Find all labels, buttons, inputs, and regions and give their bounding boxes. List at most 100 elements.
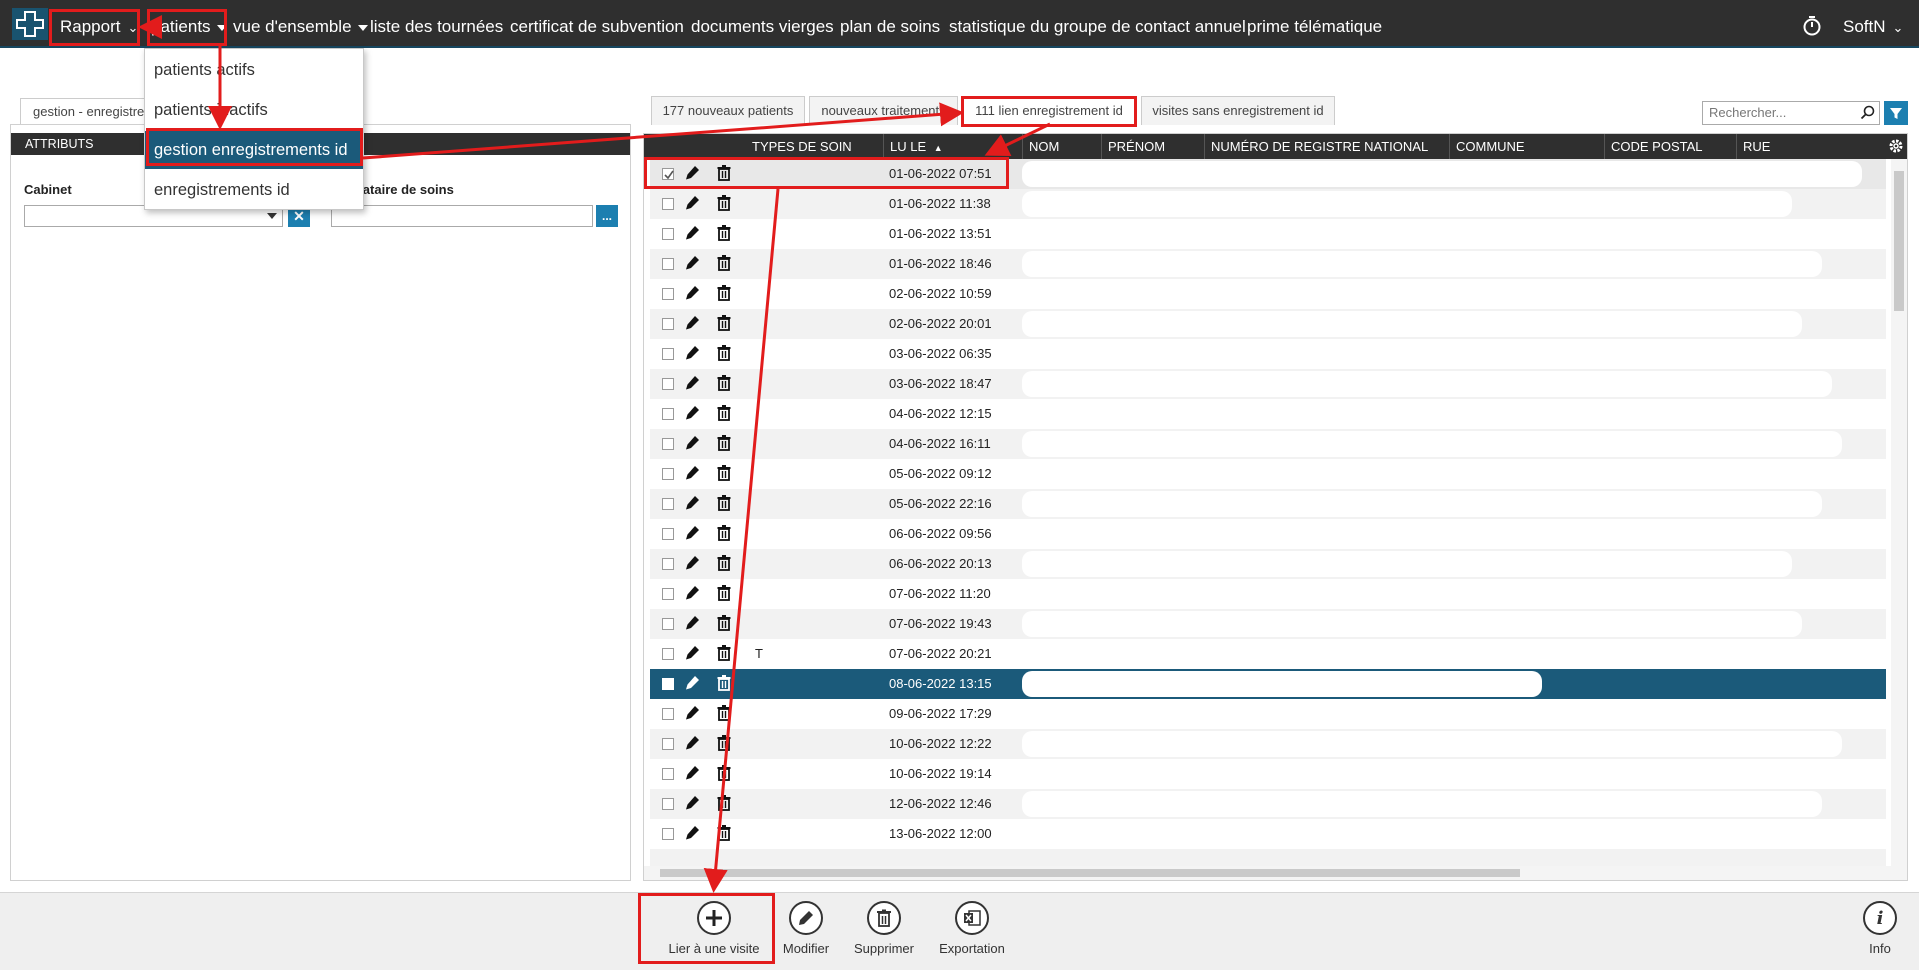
prestataire-field[interactable] <box>331 205 593 227</box>
table-row[interactable]: 01-06-2022 11:38 <box>650 189 1886 219</box>
gear-icon[interactable] <box>1887 137 1905 155</box>
table-row[interactable]: 08-06-2022 13:15 <box>650 669 1886 699</box>
col-nom[interactable]: NOM <box>1022 134 1101 159</box>
nav-vue-ensemble[interactable]: vue d'ensemble <box>233 0 368 46</box>
delete-trash-icon[interactable] <box>717 195 731 211</box>
delete-trash-icon[interactable] <box>717 825 731 841</box>
edit-pencil-icon[interactable] <box>684 255 700 271</box>
nav-certificat[interactable]: certificat de subvention <box>510 0 684 46</box>
nav-patients[interactable]: patients <box>151 0 227 46</box>
delete-trash-icon[interactable] <box>717 375 731 391</box>
row-checkbox[interactable] <box>662 228 674 240</box>
row-checkbox[interactable] <box>662 288 674 300</box>
filter-button[interactable] <box>1884 101 1908 125</box>
delete-trash-icon[interactable] <box>717 795 731 811</box>
table-row[interactable]: T 07-06-2022 20:21 <box>650 639 1886 669</box>
edit-pencil-icon[interactable] <box>684 465 700 481</box>
table-row[interactable]: 10-06-2022 19:14 <box>650 759 1886 789</box>
delete-trash-icon[interactable] <box>717 555 731 571</box>
table-row[interactable]: 02-06-2022 10:59 <box>650 279 1886 309</box>
nav-plan-de-soins[interactable]: plan de soins <box>840 0 940 46</box>
delete-trash-icon[interactable] <box>717 675 731 691</box>
nav-prime-telematique[interactable]: prime télématique <box>1247 0 1382 46</box>
edit-pencil-icon[interactable] <box>684 285 700 301</box>
delete-trash-icon[interactable] <box>717 405 731 421</box>
delete-trash-icon[interactable] <box>717 735 731 751</box>
table-row[interactable]: 05-06-2022 22:16 <box>650 489 1886 519</box>
delete-trash-icon[interactable] <box>717 165 731 181</box>
vertical-scrollbar[interactable] <box>1891 159 1907 880</box>
nav-rapport[interactable]: Rapport ⌄ <box>60 0 138 46</box>
row-checkbox[interactable] <box>662 168 674 180</box>
tab-lien-enregistrement-id[interactable]: 111 lien enregistrement id <box>962 96 1136 125</box>
delete-trash-icon[interactable] <box>717 645 731 661</box>
edit-pencil-icon[interactable] <box>684 375 700 391</box>
user-menu[interactable]: SoftN ⌄ <box>1843 0 1903 46</box>
col-commune[interactable]: COMMUNE <box>1449 134 1604 159</box>
row-checkbox[interactable] <box>662 378 674 390</box>
menu-item-patients-actifs[interactable]: patients actifs <box>145 51 363 89</box>
row-checkbox[interactable] <box>662 618 674 630</box>
row-checkbox[interactable] <box>662 828 674 840</box>
row-checkbox[interactable] <box>662 198 674 210</box>
table-row[interactable]: 13-06-2022 12:00 <box>650 819 1886 849</box>
delete-trash-icon[interactable] <box>717 255 731 271</box>
delete-trash-icon[interactable] <box>717 705 731 721</box>
tab-gestion-enregistrements[interactable]: gestion - enregistre <box>20 98 150 125</box>
menu-item-enregistrements-id[interactable]: enregistrements id <box>145 171 363 209</box>
table-row[interactable]: 07-06-2022 11:20 <box>650 579 1886 609</box>
delete-button[interactable]: Supprimer <box>848 901 920 956</box>
delete-trash-icon[interactable] <box>717 225 731 241</box>
table-row[interactable]: 01-06-2022 13:51 <box>650 219 1886 249</box>
delete-trash-icon[interactable] <box>717 495 731 511</box>
delete-trash-icon[interactable] <box>717 285 731 301</box>
col-numero-registre[interactable]: NUMÉRO DE REGISTRE NATIONAL <box>1204 134 1449 159</box>
search-input[interactable]: Rechercher... <box>1702 101 1880 125</box>
table-row[interactable]: 04-06-2022 12:15 <box>650 399 1886 429</box>
table-row[interactable]: 06-06-2022 09:56 <box>650 519 1886 549</box>
menu-item-gestion-enregistrements-id[interactable]: gestion enregistrements id <box>145 131 363 169</box>
table-row[interactable]: 02-06-2022 20:01 <box>650 309 1886 339</box>
row-checkbox[interactable] <box>662 678 674 690</box>
tab-visites-sans-enregistrement[interactable]: visites sans enregistrement id <box>1141 96 1335 125</box>
edit-pencil-icon[interactable] <box>684 615 700 631</box>
table-row[interactable]: 03-06-2022 06:35 <box>650 339 1886 369</box>
col-prenom[interactable]: PRÉNOM <box>1101 134 1204 159</box>
row-checkbox[interactable] <box>662 798 674 810</box>
edit-pencil-icon[interactable] <box>684 555 700 571</box>
search-icon[interactable] <box>1860 105 1875 120</box>
table-row[interactable]: 07-06-2022 19:43 <box>650 609 1886 639</box>
table-row[interactable]: 03-06-2022 18:47 <box>650 369 1886 399</box>
table-row[interactable]: 10-06-2022 12:22 <box>650 729 1886 759</box>
delete-trash-icon[interactable] <box>717 765 731 781</box>
edit-pencil-icon[interactable] <box>684 315 700 331</box>
edit-pencil-icon[interactable] <box>684 165 700 181</box>
tab-nouveaux-patients[interactable]: 177 nouveaux patients <box>651 96 805 125</box>
row-checkbox[interactable] <box>662 738 674 750</box>
table-row[interactable]: 04-06-2022 16:11 <box>650 429 1886 459</box>
edit-pencil-icon[interactable] <box>684 675 700 691</box>
col-types-de-soin[interactable]: TYPES DE SOIN <box>746 134 873 159</box>
edit-pencil-icon[interactable] <box>684 645 700 661</box>
menu-item-patients-inactifs[interactable]: patients inactifs <box>145 91 363 129</box>
edit-pencil-icon[interactable] <box>684 705 700 721</box>
info-button[interactable]: i Info <box>1857 901 1903 956</box>
edit-pencil-icon[interactable] <box>684 585 700 601</box>
timer-icon[interactable] <box>1802 15 1822 37</box>
row-checkbox[interactable] <box>662 528 674 540</box>
vertical-scroll-thumb[interactable] <box>1894 171 1904 311</box>
row-checkbox[interactable] <box>662 708 674 720</box>
delete-trash-icon[interactable] <box>717 345 731 361</box>
edit-pencil-icon[interactable] <box>684 225 700 241</box>
horizontal-scrollbar[interactable] <box>644 866 1907 880</box>
table-row[interactable]: 09-06-2022 17:29 <box>650 699 1886 729</box>
row-checkbox[interactable] <box>662 498 674 510</box>
row-checkbox[interactable] <box>662 558 674 570</box>
delete-trash-icon[interactable] <box>717 585 731 601</box>
tab-nouveaux-traitements[interactable]: nouveaux traitements <box>809 96 958 125</box>
link-visit-button[interactable]: Lier à une visite <box>664 901 764 956</box>
nav-documents-vierges[interactable]: documents vierges <box>691 0 834 46</box>
delete-trash-icon[interactable] <box>717 315 731 331</box>
app-logo-icon[interactable] <box>12 8 48 40</box>
delete-trash-icon[interactable] <box>717 525 731 541</box>
